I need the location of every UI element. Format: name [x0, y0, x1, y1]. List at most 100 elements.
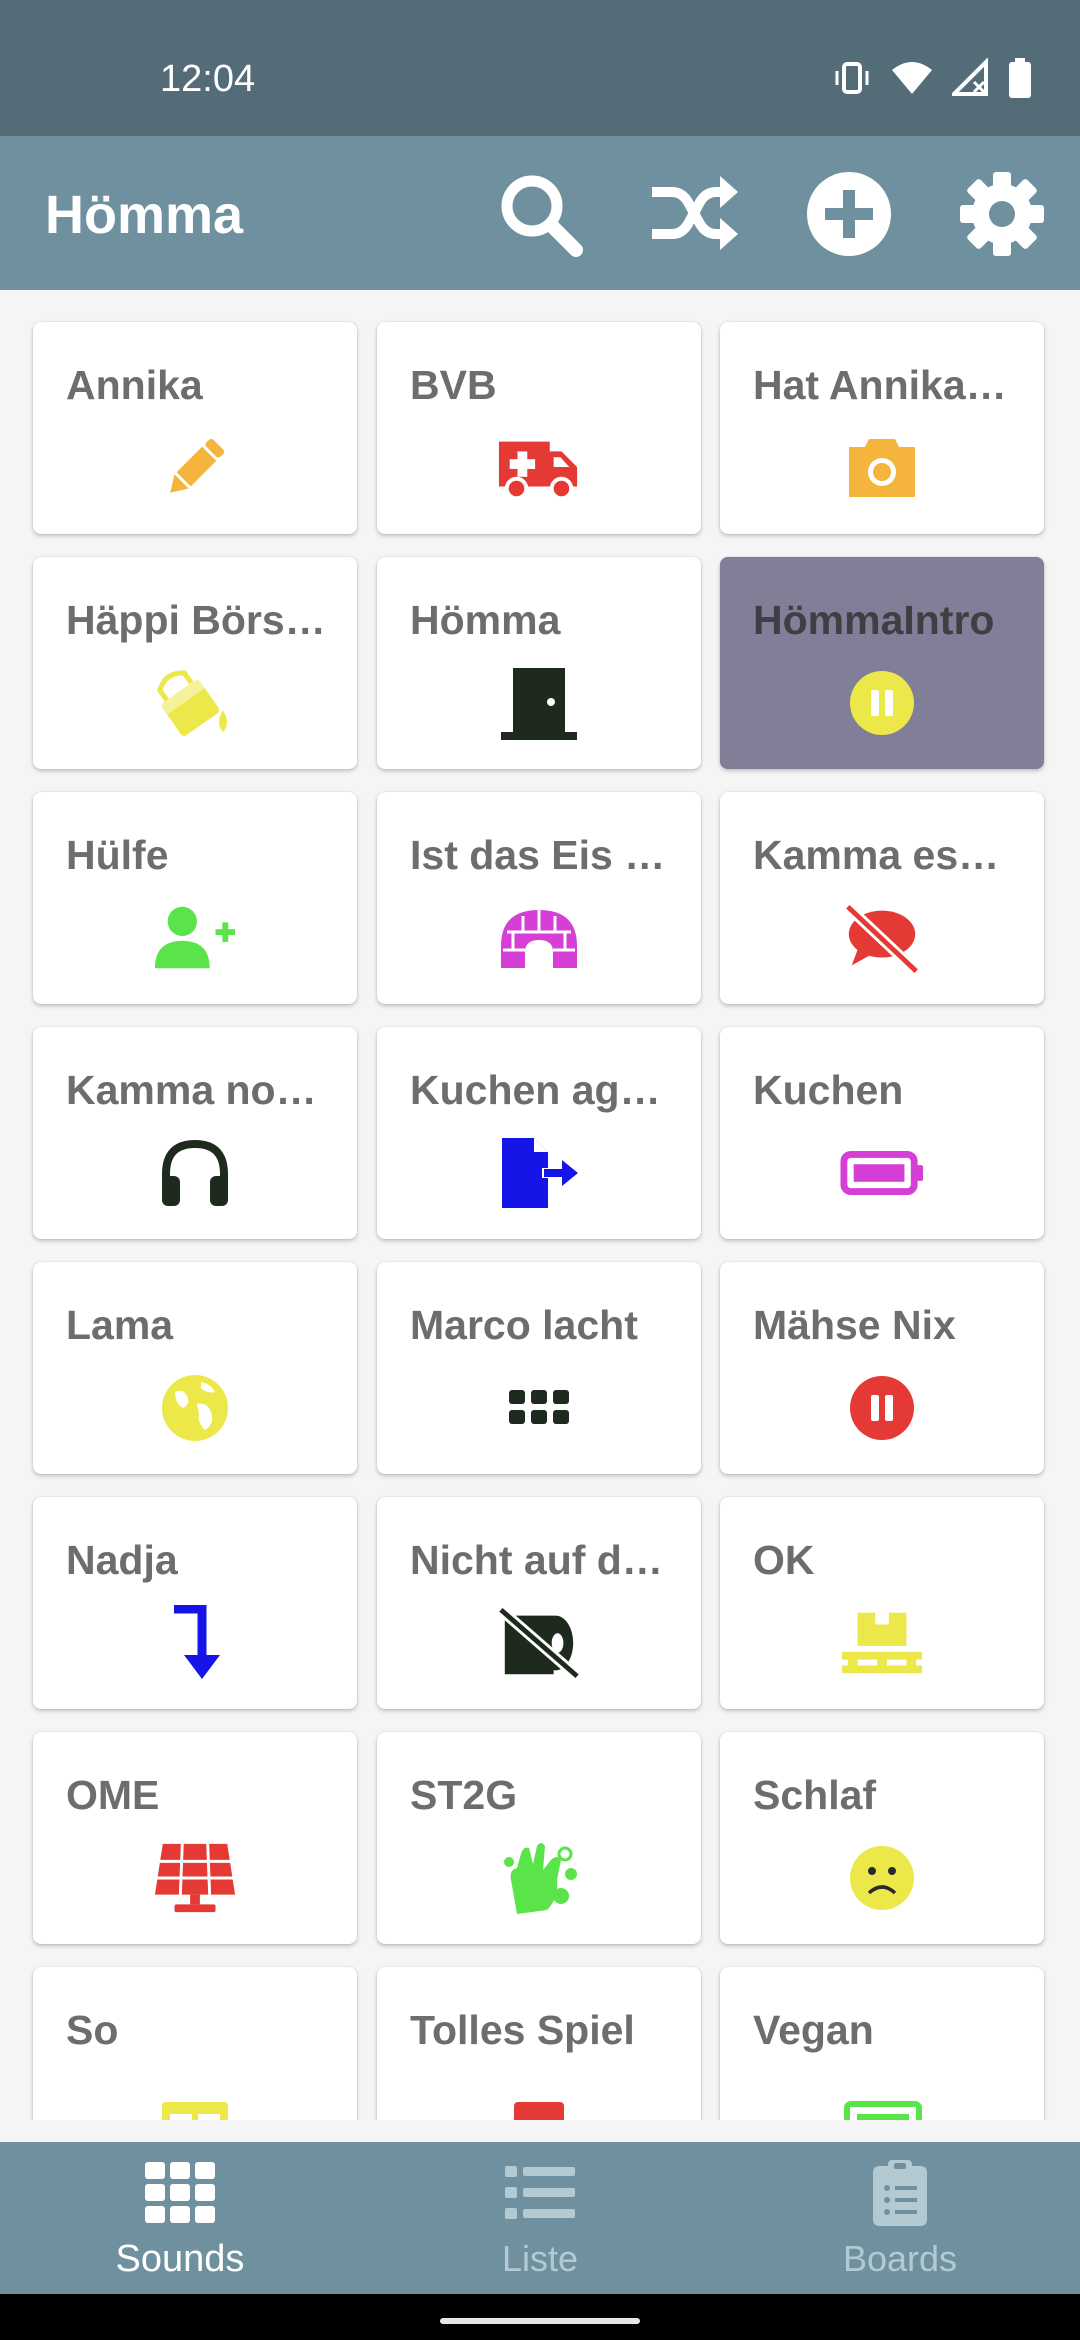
hands-wash-icon — [497, 1836, 581, 1920]
sound-card[interactable]: Marco lacht — [377, 1262, 701, 1474]
pallet-box-icon — [840, 1601, 924, 1685]
sound-label: Häppi Börs… — [66, 597, 326, 643]
sound-card[interactable]: Vegan — [720, 1967, 1044, 2120]
sound-label: OME — [66, 1772, 160, 1818]
app-title: Hömma — [45, 185, 244, 245]
settings-button[interactable] — [956, 168, 1048, 260]
sound-card[interactable]: Hat Annika… — [720, 322, 1044, 534]
gesture-bar — [0, 2294, 1080, 2340]
newspaper-icon — [840, 2071, 924, 2120]
nav-liste-label: Liste — [501, 2238, 579, 2279]
nav-boards[interactable]: Boards — [720, 2142, 1080, 2294]
layout-icon — [153, 2071, 237, 2120]
status-icons — [832, 58, 1032, 98]
sound-label: BVB — [410, 362, 497, 408]
sound-label: So — [66, 2007, 119, 2053]
shuffle-icon — [652, 176, 738, 250]
camera-icon — [840, 426, 924, 510]
home-gesture-handle[interactable] — [440, 2318, 640, 2324]
sound-label: Kamma no… — [66, 1067, 317, 1113]
sound-card[interactable]: Tolles Spiel — [377, 1967, 701, 2120]
sound-card[interactable]: Schlaf — [720, 1732, 1044, 1944]
sound-label: Lama — [66, 1302, 174, 1348]
sound-card[interactable]: BVB — [377, 322, 701, 534]
sound-label: Kuchen — [753, 1067, 904, 1113]
sound-label: Hömma — [410, 597, 561, 643]
battery-icon — [840, 1131, 924, 1215]
igloo-icon — [497, 896, 581, 980]
fill-bucket-icon — [153, 661, 237, 745]
square-icon — [497, 2071, 581, 2120]
headphones-icon — [153, 1131, 237, 1215]
clipboard-list-icon — [860, 2158, 940, 2228]
pause-circle-icon — [840, 661, 924, 745]
sound-label: Nicht auf d… — [410, 1537, 663, 1583]
sound-label: Nadja — [66, 1537, 178, 1583]
sound-card[interactable]: OME — [33, 1732, 357, 1944]
settings-icon — [960, 172, 1044, 256]
list-icon — [500, 2158, 580, 2228]
add-sound-button[interactable] — [803, 168, 895, 260]
sound-card[interactable]: Nicht auf d… — [377, 1497, 701, 1709]
sound-card[interactable]: Kuchen ag… — [377, 1027, 701, 1239]
sound-label: Mähse Nix — [753, 1302, 956, 1348]
file-export-icon — [497, 1131, 581, 1215]
comment-slash-icon — [840, 896, 924, 980]
search-button[interactable] — [494, 168, 586, 260]
sound-label: OK — [753, 1537, 815, 1583]
sound-label: Annika — [66, 362, 203, 408]
nav-sounds[interactable]: Sounds — [0, 2142, 360, 2294]
user-plus-icon — [153, 896, 237, 980]
shuffle-button[interactable] — [648, 168, 740, 260]
sound-card[interactable]: Mähse Nix — [720, 1262, 1044, 1474]
sound-label: HömmaIntro — [753, 597, 995, 643]
wifi-icon — [890, 58, 934, 98]
nav-sounds-label: Sounds — [115, 2238, 245, 2280]
sound-label: Vegan — [753, 2007, 874, 2053]
pencil-icon — [153, 426, 237, 510]
sound-card[interactable]: Nadja — [33, 1497, 357, 1709]
toilet-paper-slash-icon — [497, 1601, 581, 1685]
sound-card[interactable]: HömmaIntro — [720, 557, 1044, 769]
sound-label: Ist das Eis … — [410, 832, 666, 878]
bottom-navigation: Sounds Liste Boards — [0, 2142, 1080, 2294]
sound-card[interactable]: Hülfe — [33, 792, 357, 1004]
nav-liste[interactable]: Liste — [360, 2142, 720, 2294]
sound-label: Kuchen ag… — [410, 1067, 661, 1113]
add-circle-icon — [807, 172, 891, 256]
ambulance-icon — [497, 426, 581, 510]
globe-icon — [153, 1366, 237, 1450]
sound-label: Hat Annika… — [753, 362, 1007, 408]
sound-card[interactable]: Annika — [33, 322, 357, 534]
sound-label: ST2G — [410, 1772, 518, 1818]
search-icon — [501, 175, 583, 257]
status-time: 12:04 — [160, 58, 256, 100]
frown-icon — [840, 1836, 924, 1920]
sound-card[interactable]: Kuchen — [720, 1027, 1044, 1239]
sound-card[interactable]: Kamma no… — [33, 1027, 357, 1239]
sound-label: Marco lacht — [410, 1302, 638, 1348]
sound-label: Tolles Spiel — [410, 2007, 635, 2053]
vibrate-icon — [832, 58, 872, 98]
status-bar: 12:04 — [0, 0, 1080, 136]
solar-panel-icon — [153, 1836, 237, 1920]
sound-card[interactable]: OK — [720, 1497, 1044, 1709]
sound-card[interactable]: Hömma — [377, 557, 701, 769]
sound-grid: Annika BVB Hat Annika… Häppi Börs… Hömma Hömm… — [0, 290, 1080, 2120]
level-down-arrow-icon — [153, 1601, 237, 1685]
sound-card[interactable]: So — [33, 1967, 357, 2120]
sound-card[interactable]: Ist das Eis … — [377, 792, 701, 1004]
sound-label: Schlaf — [753, 1772, 877, 1818]
sound-card[interactable]: Lama — [33, 1262, 357, 1474]
signal-icon — [952, 58, 990, 98]
sound-card[interactable]: Kamma es… — [720, 792, 1044, 1004]
sound-card[interactable]: ST2G — [377, 1732, 701, 1944]
app-bar: Hömma — [0, 136, 1080, 290]
sound-label: Hülfe — [66, 832, 169, 878]
sound-card[interactable]: Häppi Börs… — [33, 557, 357, 769]
sound-label: Kamma es… — [753, 832, 1000, 878]
pause-circle-icon — [840, 1366, 924, 1450]
grid-icon — [140, 2158, 220, 2228]
battery-status-icon — [1008, 58, 1032, 98]
grid-dots-icon — [497, 1366, 581, 1450]
